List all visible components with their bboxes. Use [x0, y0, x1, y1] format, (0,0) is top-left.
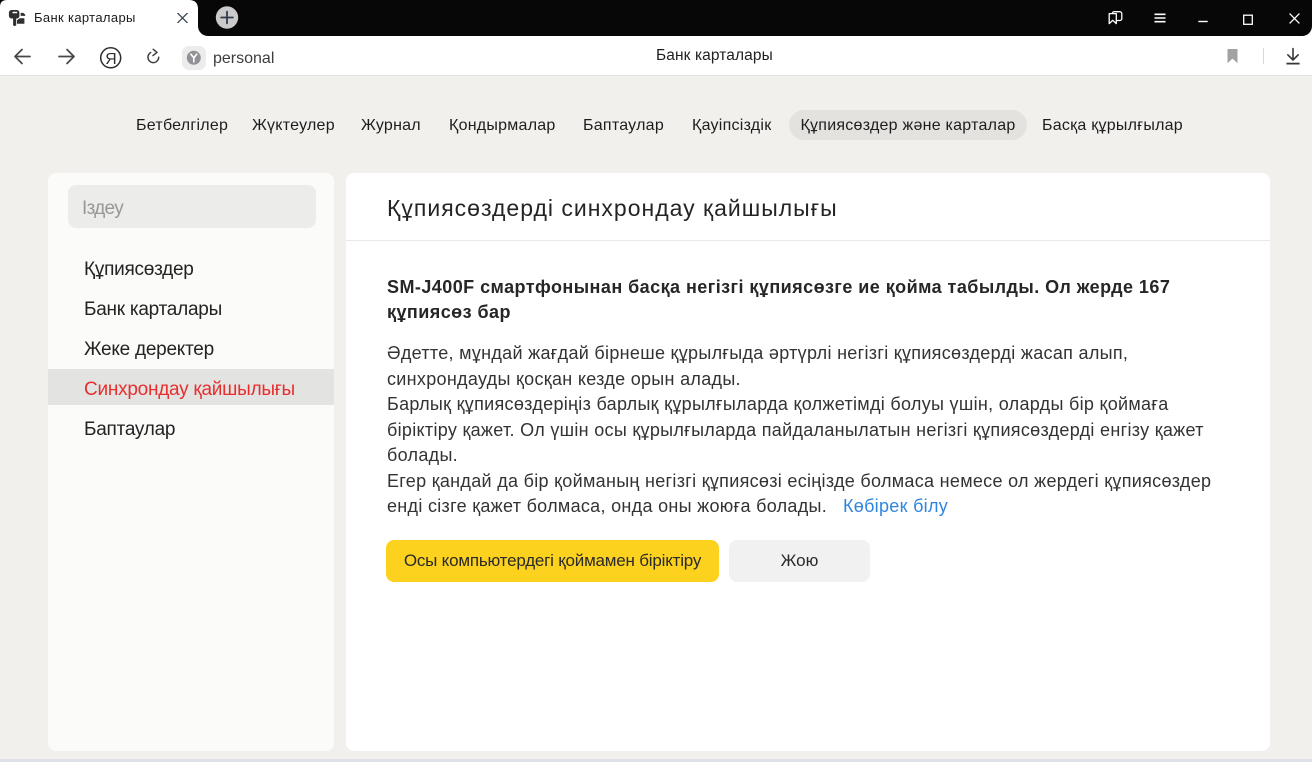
- svg-text:Я: Я: [105, 50, 116, 67]
